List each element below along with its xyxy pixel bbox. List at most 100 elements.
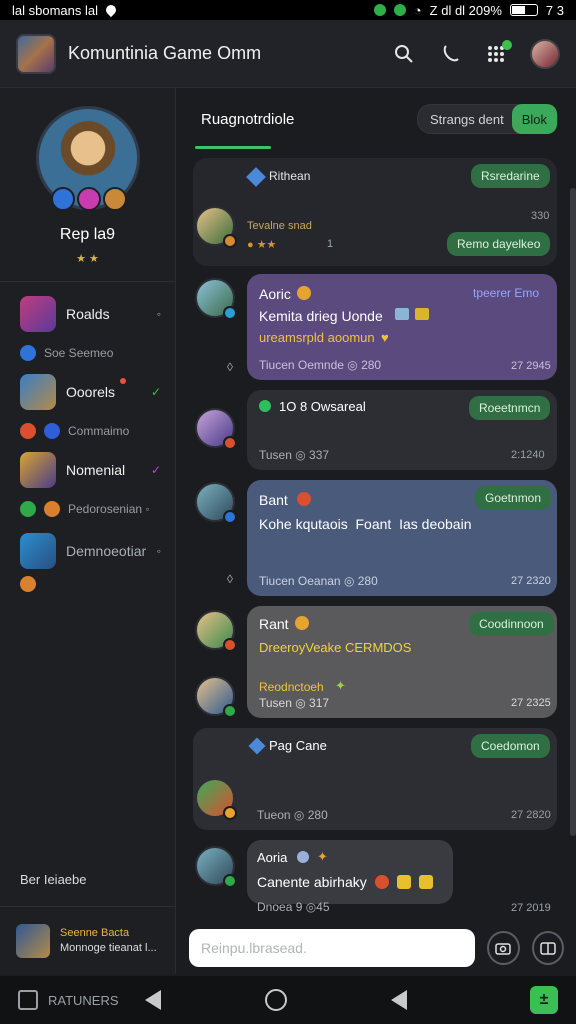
feed-item-name: Aoric [259,286,291,302]
sidebar-subitem[interactable]: Soe Seemeo [0,334,175,372]
check-icon: ✓ [150,463,161,477]
battery-icon [509,4,538,16]
user-avatar[interactable] [195,778,237,820]
bottom-nav: RATUNERS ± [0,976,576,1024]
lock-icon[interactable] [18,990,38,1010]
feed-item-pill[interactable]: Roeetnmcn [469,396,551,420]
feed-item-name: Tevalne snad [247,220,312,232]
sidebar-item-label: Nomenial [66,462,126,478]
profile-rank: ★ ★ [76,253,99,265]
recents-icon[interactable] [390,990,407,1010]
tab-active[interactable]: Ruagnotrdiole [195,111,294,128]
message-line-1: Kemita drieg Uonde [259,308,383,324]
emoji-icon [297,492,311,506]
feed-item[interactable]: Rithean Rsredarine Tevalne snad ● ★★ 1 3… [177,158,563,266]
feed-item[interactable]: Rant Coodinnoon DreeroyVeake CERMDOS Reo… [177,606,563,718]
sidebar-footer[interactable]: Seenne Bacta Monnoge tieanat l... [0,906,176,974]
feed-item-pill[interactable]: Rsredarine [471,164,550,188]
shield-badge-icon [50,187,75,211]
filter-button[interactable]: Blok [511,104,557,134]
sidebar-subitem-label: Commaimo [68,424,130,438]
wifi-icon: ◔ [413,2,422,18]
status-icon [223,638,237,652]
home-icon[interactable] [264,989,287,1011]
feed-item-pill[interactable]: Coedomon [471,734,550,758]
user-avatar[interactable] [195,408,237,450]
reaction-icon: ◊ [227,360,233,374]
attach-icon[interactable] [531,931,564,965]
message-input[interactable] [189,929,475,967]
feed-item-pill[interactable]: Goetnmon [475,486,552,510]
feed-item[interactable]: ◊ Aoric tpeerer Emo Kemita drieg Uonde u… [177,274,563,380]
game-controller-icon[interactable]: ± [530,986,558,1014]
feed-item-pill[interactable]: Coodinnoon [469,612,554,636]
bottom-nav-label[interactable]: RATUNERS [48,993,119,1008]
sidebar-section-label[interactable]: Ber Ieiaebe [20,872,87,887]
gem-icon [259,400,271,412]
scrollbar[interactable] [570,188,576,836]
sidebar-subitem[interactable]: Commaimo [0,412,175,450]
feed-item-time: 2:1240 [511,449,545,461]
sidebar-subitem[interactable] [0,574,175,594]
sidebar-item-demnoeotiar[interactable]: Demnoeotiar ◦ [0,528,175,574]
back-icon[interactable] [144,990,161,1010]
app-icon [393,4,406,16]
feed-item-name: Bant [259,492,288,508]
app-icon [373,4,386,16]
sidebar: Rep la9 ★ ★ Roalds ◦ Soe Seemeo Ooorels … [0,88,176,974]
feed-item[interactable]: 1O 8 Owsareal Roeetnmcn Tusen ◎ 337 2:12… [177,390,563,470]
call-icon[interactable] [438,42,462,66]
emoji-icon [375,875,389,889]
user-avatar[interactable] [195,610,237,652]
user-avatar[interactable] [195,846,237,888]
main-panel: Ruagnotrdiole Strangs dent Blok Rithean … [177,88,576,974]
user-avatar[interactable] [530,38,560,69]
tab-bar: Ruagnotrdiole Strangs dent Blok [177,88,576,150]
grid-menu-icon[interactable] [484,39,512,66]
message-composer [177,920,576,976]
camera-icon[interactable] [487,931,520,965]
box-icon [415,308,429,320]
user-avatar[interactable] [195,676,237,718]
channel-icon [20,423,36,439]
search-icon[interactable] [392,42,416,66]
feed-item-time: 330 [531,210,550,222]
user-avatar[interactable] [195,206,237,248]
channel-icon [20,345,36,361]
feed-item[interactable]: ◊ Bant Goetnmon Kohe kqutaois Foant Ias … [177,480,563,596]
feed-item-footer: Dnoea 9 ◎45 [257,900,330,914]
sidebar-item-nomenial[interactable]: Nomenial ✓ [0,450,175,490]
profile-avatar[interactable] [35,106,140,211]
feed-item-name: Aoria [257,850,288,865]
feed-item-footer: Tusen ◎ 317 [259,696,330,710]
sidebar-item-ooorels[interactable]: Ooorels ✓ [0,372,175,412]
app-title: Komuntinia Game Omm [68,43,262,63]
status-icon [223,510,237,524]
status-right-text: Z dl dl 209% [429,2,502,18]
sparkle-icon: ✦ [317,849,328,864]
feed-item-name: Pag Cane [269,738,327,753]
feed-item-footer: Tueon ◎ 280 [257,808,328,822]
medal-badge-icon [102,187,127,211]
feed-item[interactable]: Aoria ✦ Canente abirhaky Dnoea 9 ◎45 27 … [177,840,563,914]
feed-item-time: 27 2945 [511,360,551,372]
message-line-2: ureamsrpld aoomun [259,330,375,345]
feed-item-footer: Tiucen Oemnde ◎ 280 [259,358,382,372]
message-line-1: Kohe kqutaois Foant Ias deobain [259,516,472,532]
user-avatar[interactable] [195,482,237,524]
emoji-icon [419,875,433,889]
sidebar-item-roalds[interactable]: Roalds ◦ [0,294,175,334]
tab-underline [195,146,271,149]
reply-pill[interactable]: Remo dayelkeo [447,232,551,256]
message-line-1: DreeroyVeake CERMDOS [259,640,412,655]
status-icon [223,234,237,248]
feed-item-tag: tpeerer Emo [473,286,540,300]
filter-control[interactable]: Strangs dent Blok [416,104,558,134]
sidebar-subitem[interactable]: Pedorosenian ◦ [0,490,175,528]
feed-item[interactable]: Pag Cane Coedomon Tueon ◎ 280 27 2820 [177,728,563,830]
feed-item-meta: ● ★★ [247,239,277,251]
feed-item-time: 27 2320 [511,575,551,587]
user-avatar[interactable] [195,278,237,320]
sparkle-icon: ✦ [335,678,346,693]
emoji-icon [295,616,309,630]
